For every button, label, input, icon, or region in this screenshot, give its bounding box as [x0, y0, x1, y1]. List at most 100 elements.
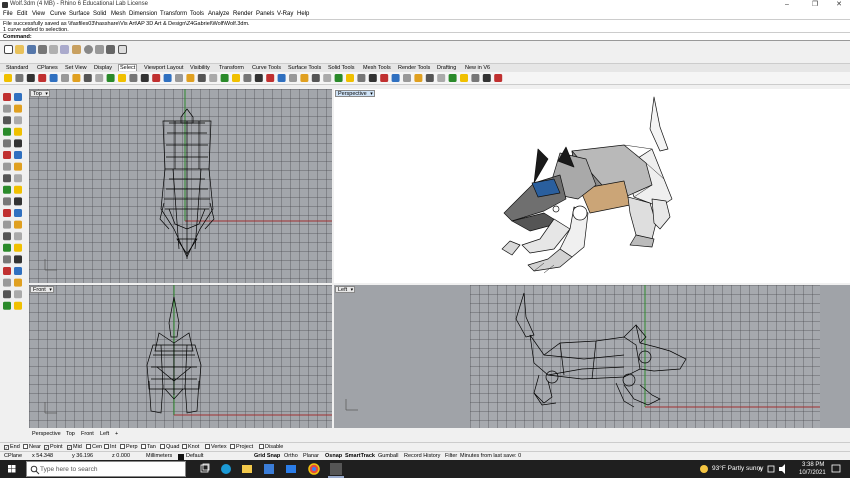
toggle-ortho[interactable]: Ortho [284, 453, 298, 459]
select-tool-icon[interactable] [95, 74, 104, 82]
modeling-tool-icon[interactable] [14, 255, 22, 264]
tab-cplanes[interactable]: CPlanes [37, 65, 58, 71]
close-button[interactable]: ✕ [830, 0, 848, 10]
osnap-project-checkbox[interactable] [230, 444, 235, 449]
modeling-tool-icon[interactable] [14, 301, 22, 310]
osnap-disable[interactable]: Disable [259, 444, 283, 450]
osnap-quad-checkbox[interactable] [160, 444, 165, 449]
menu-edit[interactable]: Edit [17, 11, 27, 17]
osnap-near[interactable]: Near [23, 444, 41, 450]
select-tool-icon[interactable] [482, 74, 491, 82]
select-tool-icon[interactable] [368, 74, 377, 82]
viewport-label-front[interactable]: Front [30, 286, 54, 294]
modeling-tool-icon[interactable] [14, 139, 22, 148]
toggle-record-history[interactable]: Record History [404, 453, 440, 459]
modeling-tool-icon[interactable] [14, 185, 22, 194]
status-units[interactable]: Millimeters [146, 453, 172, 459]
tab-solid-tools[interactable]: Solid Tools [328, 65, 355, 71]
minimize-button[interactable]: – [778, 0, 796, 10]
viewport-top[interactable]: Top [29, 89, 332, 283]
viewport-left[interactable]: Left [334, 285, 850, 428]
tab-viewport-layout[interactable]: Viewport Layout [144, 65, 183, 71]
viewport-tab-perspective[interactable]: Perspective [32, 431, 61, 437]
modeling-tool-icon[interactable] [14, 220, 22, 229]
save-icon[interactable] [27, 45, 36, 54]
osnap-point-checkbox[interactable]: ✓ [44, 445, 49, 450]
menu-tools[interactable]: Tools [190, 11, 204, 17]
select-tool-icon[interactable] [4, 74, 12, 82]
command-history[interactable]: File successfully saved as \\fasfiles03\… [0, 19, 850, 33]
select-tool-icon[interactable] [38, 74, 47, 82]
toggle-grid-snap[interactable]: Grid Snap [254, 453, 280, 459]
new-file-icon[interactable] [4, 45, 13, 54]
cut-icon[interactable] [49, 45, 58, 54]
tab-render-tools[interactable]: Render Tools [398, 65, 430, 71]
menu-mesh[interactable]: Mesh [111, 11, 126, 17]
select-tool-icon[interactable] [460, 74, 468, 82]
toggle-smarttrack[interactable]: SmartTrack [345, 453, 375, 459]
menu-dimension[interactable]: Dimension [129, 11, 157, 17]
tab-set-view[interactable]: Set View [65, 65, 87, 71]
tab-display[interactable]: Display [94, 65, 112, 71]
osnap-mid[interactable]: ✓ Mid [67, 444, 82, 450]
select-tool-icon[interactable] [277, 74, 286, 82]
modeling-tool-icon[interactable] [3, 290, 11, 299]
select-tool-icon[interactable] [163, 74, 172, 82]
left-toolbar-icons[interactable] [0, 89, 28, 319]
osnap-disable-checkbox[interactable] [259, 444, 264, 449]
status-layer[interactable]: Default [186, 453, 203, 459]
modeling-tool-icon[interactable] [3, 93, 11, 101]
viewport-label-top[interactable]: Top [30, 90, 50, 98]
osnap-perp[interactable]: Perp [120, 444, 138, 450]
modeling-tool-icon[interactable] [3, 116, 11, 125]
copy-icon[interactable] [60, 45, 69, 54]
modeling-tool-icon[interactable] [3, 267, 11, 275]
modeling-tool-icon[interactable] [14, 104, 22, 113]
viewport-tab-top[interactable]: Top [66, 431, 75, 437]
select-tool-icon[interactable] [152, 74, 161, 82]
modeling-tool-icon[interactable] [3, 220, 11, 229]
osnap-end[interactable]: ✓ End [4, 444, 20, 450]
osnap-knot[interactable]: Knot [182, 444, 199, 450]
modeling-tool-icon[interactable] [3, 104, 11, 113]
select-tool-icon[interactable] [323, 74, 332, 82]
select-tool-icon[interactable] [289, 74, 297, 82]
select-tool-icon[interactable] [26, 74, 35, 82]
modeling-tool-icon[interactable] [14, 151, 22, 159]
osnap-tan-checkbox[interactable] [141, 444, 146, 449]
menu-help[interactable]: Help [297, 11, 309, 17]
select-tool-icon[interactable] [243, 74, 252, 82]
command-line[interactable]: Command: [0, 33, 850, 41]
tab-visibility[interactable]: Visibility [190, 65, 210, 71]
modeling-tool-icon[interactable] [14, 267, 22, 275]
osnap-point[interactable]: ✓ Point [44, 444, 63, 450]
tab-select[interactable]: Select [118, 64, 138, 71]
modeling-tool-icon[interactable] [14, 174, 22, 183]
menu-solid[interactable]: Solid [93, 11, 106, 17]
menu-render[interactable]: Render [233, 11, 253, 17]
viewport-perspective[interactable]: Perspective [334, 89, 850, 283]
select-tool-icon[interactable] [129, 74, 138, 82]
paste-icon[interactable] [72, 45, 81, 54]
modeling-tool-icon[interactable] [14, 290, 22, 299]
select-tool-icon[interactable] [49, 74, 58, 82]
modeling-tool-icon[interactable] [14, 162, 22, 171]
pan-icon[interactable] [84, 45, 93, 54]
viewport-label-left[interactable]: Left [335, 286, 356, 294]
clock-date[interactable]: 10/7/2021 [799, 470, 826, 476]
menu-transform[interactable]: Transform [160, 11, 187, 17]
select-tool-icon[interactable] [254, 74, 263, 82]
add-viewport-tab-button[interactable]: + [115, 431, 118, 437]
menu-surface[interactable]: Surface [69, 11, 90, 17]
osnap-project[interactable]: Project [230, 444, 253, 450]
osnap-int[interactable]: Int [104, 444, 116, 450]
menu-panels[interactable]: Panels [256, 11, 274, 17]
select-tool-icon[interactable] [232, 74, 240, 82]
select-tool-icon[interactable] [15, 74, 24, 82]
menu-vray[interactable]: V-Ray [277, 11, 293, 17]
select-tool-icon[interactable] [300, 74, 309, 82]
select-tool-icon[interactable] [140, 74, 149, 82]
osnap-cen-checkbox[interactable] [86, 444, 91, 449]
modeling-tool-icon[interactable] [3, 162, 11, 171]
print-icon[interactable] [38, 45, 47, 54]
